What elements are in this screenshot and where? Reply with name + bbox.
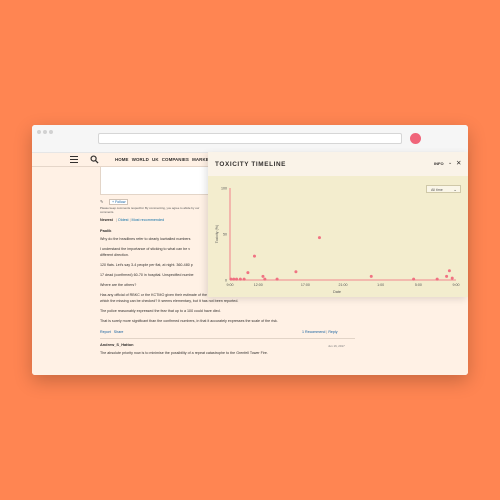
comment-date: Jun 16, 2017 — [328, 344, 345, 348]
chevron-down-icon: ⌄ — [453, 186, 457, 192]
comment-line: I understand the importance of sticking … — [100, 247, 191, 251]
y-tick-label: 50 — [223, 232, 227, 236]
comment-line: The police reasonably expressed the fear… — [100, 309, 221, 313]
search-icon[interactable] — [90, 155, 99, 164]
address-bar[interactable] — [98, 133, 402, 144]
comment-line: which the missing can be checked? It see… — [100, 299, 239, 303]
comment-line: 120 flats. Let's say 3-4 people per flat… — [100, 263, 193, 267]
browser-toolbar — [32, 125, 468, 153]
data-point — [242, 277, 246, 281]
data-point — [450, 276, 454, 280]
data-point — [445, 274, 449, 278]
x-tick-label: 9:00 — [453, 283, 460, 287]
close-icon[interactable]: ✕ — [456, 159, 461, 167]
x-tick-label: 5:00 — [415, 283, 422, 287]
y-tick-label: 0 — [225, 278, 227, 282]
share-link[interactable]: Share — [114, 330, 124, 334]
data-point — [229, 277, 233, 281]
y-tick-label: 100 — [221, 186, 227, 190]
sort-newest[interactable]: Newest — [100, 218, 113, 222]
nav-link-world[interactable]: WORLD — [132, 157, 149, 162]
data-point — [263, 277, 267, 281]
terms-text: Please keep comments respectful. By comm… — [100, 206, 199, 214]
toxicity-timeline-panel: TOXICITY TIMELINE INFO ⌄ ✕ 100 50 0 9:00 12:… — [208, 152, 468, 297]
comment-line: Why do the headlines refer to clearly lo… — [100, 237, 191, 241]
time-range-select[interactable]: All time ⌄ — [426, 185, 461, 193]
data-point — [238, 277, 242, 281]
nav-link-companies[interactable]: COMPANIES — [162, 157, 189, 162]
y-axis-label: Toxicity (%) — [215, 225, 219, 243]
comment-line: The absolute priority now is to minimise… — [100, 351, 268, 355]
data-point — [435, 277, 439, 281]
data-point — [261, 274, 265, 278]
comment-actions: Report Share — [100, 330, 123, 334]
chevron-down-icon[interactable]: ⌄ — [448, 160, 452, 166]
x-tick-label: 17:00 — [301, 283, 310, 287]
data-point — [275, 277, 279, 281]
data-point — [317, 236, 321, 240]
menu-icon[interactable] — [70, 156, 78, 163]
window-control-maximize[interactable] — [49, 130, 53, 134]
chart-area: 100 50 0 9:00 12:00 17:00 21:00 1:00 5:00 9:00 Dat… — [208, 176, 468, 297]
nav-link-home[interactable]: HOME — [115, 157, 129, 162]
data-point — [412, 277, 416, 281]
comment-author[interactable]: Paolik — [100, 228, 111, 233]
comment-line: 17 dead (confirmed) 60-70 in hospital. U… — [100, 273, 194, 277]
time-range-value: All time — [431, 187, 443, 192]
terms-line-2: comments. — [100, 210, 115, 214]
panel-title: TOXICITY TIMELINE — [215, 161, 287, 168]
comment-line: different direction. — [100, 253, 129, 257]
pencil-icon[interactable]: ✎ — [100, 199, 106, 204]
terms-line-1: Please keep comments respectful. By comm… — [100, 206, 200, 210]
follow-button[interactable]: + Follow — [109, 199, 129, 205]
sort-most-recommended[interactable]: Most recommended — [132, 218, 165, 222]
data-point — [246, 271, 250, 275]
data-point — [369, 274, 373, 278]
sort-tabs: Newest |Oldest|Most recommended — [100, 218, 164, 222]
data-point — [447, 269, 451, 273]
window-control-minimize[interactable] — [43, 130, 47, 134]
comment-actions-right: 1 Recommend | Reply — [302, 330, 338, 334]
toxicity-chart: 1005009:00 12:00 17:00 21:00 1:00 5:00 9:00Dat… — [215, 186, 460, 294]
window-control-close[interactable] — [37, 130, 41, 134]
comment-author[interactable]: Andrew_S_Hatton — [100, 342, 134, 347]
recommend-button[interactable]: 1 Recommend — [302, 330, 325, 334]
follow-row: ✎ + Follow — [100, 199, 129, 205]
extension-icon[interactable] — [410, 133, 421, 144]
data-point — [294, 270, 298, 274]
x-tick-label: 9:00 — [227, 283, 234, 287]
nav-links: HOME WORLD UK COMPANIES MARKETS — [115, 157, 218, 162]
x-tick-label: 1:00 — [377, 283, 384, 287]
x-tick-label: 21:00 — [339, 283, 348, 287]
data-point — [232, 277, 236, 281]
comment-compose-box[interactable] — [100, 167, 210, 195]
data-point — [235, 277, 239, 281]
report-link[interactable]: Report — [100, 330, 111, 334]
sort-oldest[interactable]: Oldest — [118, 218, 129, 222]
info-button[interactable]: INFO — [434, 161, 444, 166]
comment-line: Where are the others? — [100, 283, 137, 287]
data-point — [252, 254, 256, 258]
reply-button[interactable]: Reply — [328, 330, 337, 334]
x-tick-label: 12:00 — [254, 283, 263, 287]
nav-link-uk[interactable]: UK — [152, 157, 159, 162]
x-axis-label: Date — [333, 290, 341, 294]
comment-line: That is surely more significant than the… — [100, 319, 278, 323]
comment-divider — [100, 338, 355, 339]
